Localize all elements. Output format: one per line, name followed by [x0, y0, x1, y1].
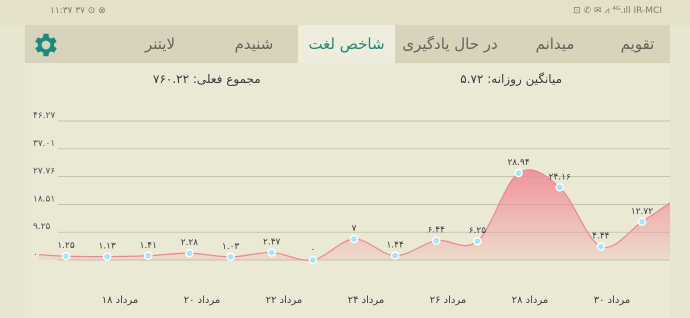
tab-word-index[interactable]: شاخص لغت — [298, 25, 395, 63]
data-label: ۲.۲۸ — [181, 238, 199, 248]
chart: ۰ ۹.۲۵ ۱۸.۵۱ ۲۷.۷۶ ۳۷.۰۱ ۴۶.۲۷ ۱.۲۵ ۱.۱۳ ۱.۴۱ ۲.۲… — [33, 111, 670, 306]
data-label: ۱.۲۵ — [57, 241, 75, 251]
data-label: ۰ — [310, 245, 315, 255]
data-point — [514, 168, 523, 178]
data-label: ۲.۴۷ — [263, 238, 281, 248]
status-bar: ۱۱:۳۷ ۳۷ ⊙ ⊗ ⊡ ✆ ✉ ⩘ ⁴ᴳ.ıll IR-MCI — [0, 0, 690, 25]
tab-i-know[interactable]: میدانم — [505, 25, 605, 63]
data-label: ۷ — [352, 224, 357, 234]
data-point — [432, 236, 441, 245]
gear-icon[interactable] — [31, 30, 61, 60]
data-label: ۶.۴۴ — [428, 226, 446, 236]
data-point — [349, 234, 359, 244]
data-point — [596, 242, 606, 251]
status-right-icons: ⊡ ✆ ✉ ⩘ ⁴ᴳ.ıll IR-MCI — [573, 6, 662, 16]
y-tick-label: ۲۷.۷۶ — [33, 167, 55, 177]
x-axis-label: ۳۰ مرداد — [594, 295, 630, 306]
y-tick-label: ۴۶.۲۷ — [33, 111, 55, 121]
data-label: ۴.۴۴ — [592, 232, 610, 242]
data-point — [267, 248, 276, 257]
data-point — [637, 217, 647, 227]
data-label: ۱.۱۳ — [98, 242, 116, 252]
tab-calendar[interactable]: تقویم — [605, 25, 670, 63]
x-axis-label: ۲۲ مرداد — [266, 295, 302, 306]
data-point — [473, 236, 482, 246]
data-label: ۱.۴۴ — [386, 241, 404, 251]
data-label: ۶.۲۵ — [469, 226, 487, 236]
data-point — [185, 248, 194, 258]
x-axis-label: ۱۸ مرداد — [102, 295, 138, 306]
series-area — [39, 169, 670, 261]
tab-heard[interactable]: شنیدم — [210, 25, 298, 63]
tab-leitner[interactable]: لایتنر — [110, 25, 210, 63]
data-point — [555, 183, 564, 192]
x-axis-label: ۲۰ مرداد — [184, 295, 220, 306]
data-point — [226, 252, 235, 262]
status-left: ۱۱:۳۷ ۳۷ ⊙ ⊗ — [50, 6, 106, 16]
x-axis-label: ۲۶ مرداد — [430, 295, 466, 306]
y-tick-label: ۱۸.۵۱ — [33, 194, 55, 204]
data-point — [61, 251, 71, 261]
data-point — [390, 251, 400, 260]
data-label: ۱۲.۷۲ — [631, 207, 653, 217]
data-point — [102, 252, 112, 261]
x-axis-label: ۲۸ مرداد — [512, 295, 548, 306]
y-tick-label: ۹.۲۵ — [33, 222, 51, 232]
y-tick-label: ۰ — [33, 250, 38, 260]
status-left-icons: ۳۷ ⊙ ⊗ — [75, 6, 106, 16]
tab-bar: تقویم میدانم در حال یادگیری شاخص لغت شنی… — [25, 25, 670, 63]
data-label: ۲۸.۹۴ — [507, 158, 529, 168]
clock: ۱۱:۳۷ — [50, 6, 73, 16]
data-label: ۲۴.۱۶ — [549, 172, 571, 182]
tab-learning[interactable]: در حال یادگیری — [395, 25, 505, 63]
data-point — [144, 251, 153, 261]
data-point — [308, 255, 318, 265]
data-label: ۱.۰۳ — [222, 242, 240, 252]
data-label: ۱.۴۱ — [140, 241, 157, 251]
x-axis-label: ۲۴ مرداد — [348, 295, 384, 306]
y-tick-label: ۳۷.۰۱ — [33, 139, 55, 149]
